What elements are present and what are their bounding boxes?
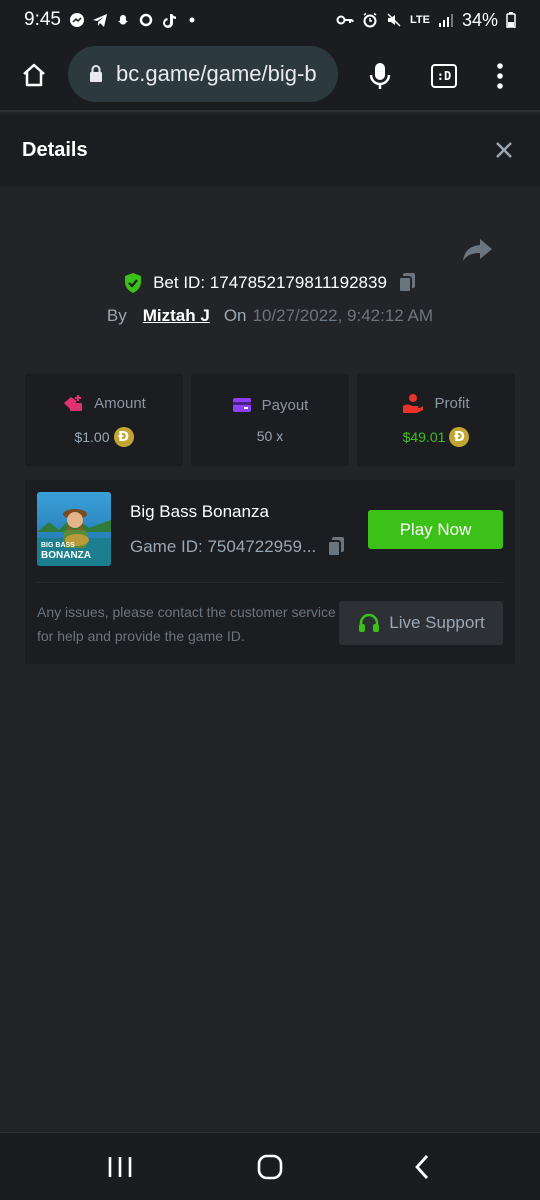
- url-text: bc.game/game/big-b: [116, 61, 317, 86]
- stat-profit-value: $49.01: [402, 429, 446, 445]
- close-button[interactable]: [490, 136, 518, 164]
- system-nav-bar: [0, 1132, 540, 1200]
- share-icon[interactable]: [460, 236, 494, 266]
- home-circle-icon: [257, 1154, 283, 1180]
- live-support-label: Live Support: [389, 613, 485, 632]
- shield-check-icon: [125, 273, 142, 293]
- by-label: By: [106, 306, 127, 325]
- browser-menu-button[interactable]: [476, 52, 524, 100]
- messenger-icon: [69, 13, 84, 27]
- back-button[interactable]: [392, 1147, 452, 1187]
- circle-icon: [139, 13, 153, 27]
- dot-icon: [189, 17, 195, 23]
- bet-id-text: Bet ID: 1747852179811192839: [153, 273, 387, 293]
- telegram-icon: [92, 14, 107, 27]
- amount-icon: [64, 395, 83, 411]
- recent-apps-icon: [108, 1157, 132, 1177]
- game-id-text: Game ID: 7504722959...: [130, 537, 317, 556]
- lock-icon: [90, 65, 102, 82]
- stat-amount-head: Amount: [62, 393, 146, 413]
- microphone-icon: [369, 63, 391, 89]
- game-card: BIG BASS BONANZA Big Bass Bonanza Game I…: [25, 480, 515, 664]
- home-button[interactable]: [0, 39, 68, 111]
- card-divider: [37, 582, 503, 583]
- more-vertical-icon: [497, 63, 503, 89]
- status-time: 9:45: [24, 9, 61, 30]
- game-id-row: Game ID: 7504722959...: [130, 536, 346, 558]
- alarm-icon: [363, 12, 377, 28]
- bet-stats: Amount $1.00 Ð Payout 50 x Profit $49.01…: [25, 374, 515, 466]
- live-support-button[interactable]: Live Support: [339, 601, 503, 645]
- stat-profit-label: Profit: [434, 394, 470, 412]
- tiktok-icon: [162, 14, 176, 28]
- status-bar: 9:45 LTE 34%: [0, 0, 540, 40]
- battery-icon: [506, 12, 516, 28]
- details-header: Details: [0, 114, 540, 186]
- bet-id-value: 1747852179811192839: [209, 273, 387, 292]
- stat-payout-value-row: 50 x: [257, 428, 283, 444]
- stat-amount: Amount $1.00 Ð: [25, 374, 183, 466]
- recent-apps-button[interactable]: [90, 1147, 150, 1187]
- battery-percent: 34%: [461, 9, 498, 30]
- stat-payout-head: Payout: [232, 396, 309, 414]
- network-label: LTE: [410, 14, 430, 26]
- home-icon: [23, 63, 45, 87]
- tab-switcher-icon: :D: [431, 64, 457, 88]
- close-icon: [496, 142, 512, 158]
- browser-toolbar: bc.game/game/big-b :D: [0, 40, 540, 112]
- stat-profit: Profit $49.01 Ð: [357, 374, 515, 466]
- thumb-title-1: BIG BASS: [41, 542, 75, 549]
- chevron-left-icon: [415, 1155, 429, 1179]
- snapchat-icon: [117, 15, 128, 25]
- url-bar[interactable]: bc.game/game/big-b: [68, 46, 338, 102]
- status-left: 9:45: [24, 9, 200, 31]
- support-help-text: Any issues, please contact the customer …: [37, 604, 336, 644]
- bet-id-label: Bet ID:: [153, 273, 206, 292]
- voice-search-button[interactable]: [356, 52, 404, 100]
- bet-datetime: 10/27/2022, 9:42:12 AM: [252, 306, 434, 325]
- tab-switcher-button[interactable]: :D: [420, 52, 468, 100]
- bet-id-row: Bet ID: 1747852179811192839: [0, 272, 540, 294]
- stat-amount-value: $1.00: [74, 429, 110, 445]
- thumb-title-2: BONANZA: [41, 550, 91, 561]
- stat-amount-value-row: $1.00 Ð: [74, 427, 134, 447]
- user-link[interactable]: Miztah J: [143, 306, 210, 326]
- stat-payout: Payout 50 x: [191, 374, 349, 466]
- stat-payout-label: Payout: [261, 396, 309, 414]
- notification-icons: [69, 12, 200, 28]
- game-name[interactable]: Big Bass Bonanza: [130, 502, 269, 522]
- mute-icon: [387, 13, 401, 27]
- stat-amount-label: Amount: [94, 394, 146, 412]
- copy-icon[interactable]: [326, 536, 346, 558]
- copy-icon[interactable]: [397, 272, 417, 294]
- signal-icon: [438, 14, 453, 27]
- doge-coin-icon: Ð: [449, 427, 470, 447]
- status-right: LTE 34%: [336, 10, 516, 31]
- stat-profit-head: Profit: [402, 393, 470, 413]
- stat-payout-value: 50 x: [256, 427, 284, 444]
- key-icon: [336, 15, 354, 25]
- home-nav-button[interactable]: [240, 1147, 300, 1187]
- profit-icon: [403, 394, 424, 413]
- bet-author-row: By Miztah J On 10/27/2022, 9:42:12 AM: [0, 306, 540, 326]
- on-label: On: [223, 306, 247, 325]
- page-title: Details: [22, 138, 88, 161]
- headset-icon: [359, 613, 380, 632]
- game-thumbnail[interactable]: BIG BASS BONANZA: [37, 492, 111, 566]
- stat-profit-value-row: $49.01 Ð: [403, 427, 470, 447]
- payout-icon: [232, 398, 251, 412]
- doge-coin-icon: Ð: [113, 427, 134, 447]
- play-now-button[interactable]: Play Now: [368, 510, 503, 549]
